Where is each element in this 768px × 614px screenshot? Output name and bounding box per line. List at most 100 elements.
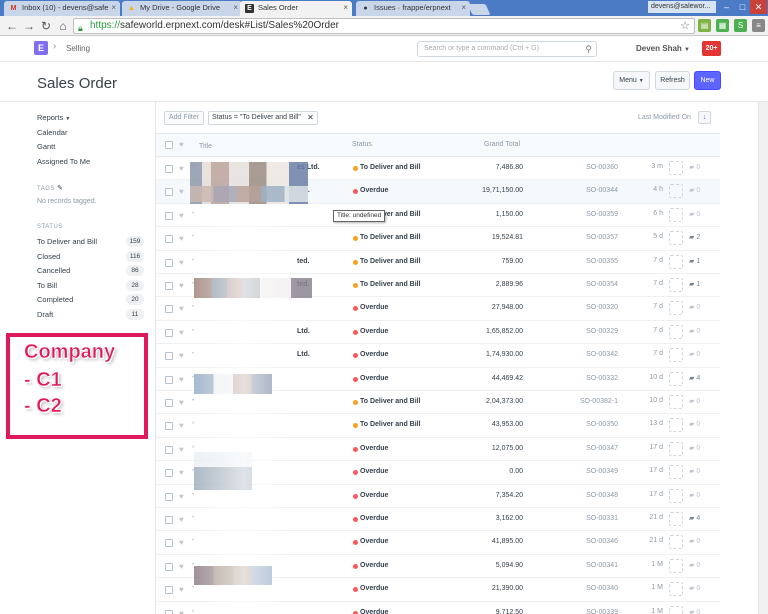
browser-tab[interactable]: M Inbox (10) - devens@safe × bbox=[4, 1, 120, 16]
like-heart-icon[interactable]: ♥ bbox=[179, 304, 184, 313]
sidebar-status-item[interactable]: Draft 11 bbox=[37, 308, 144, 321]
row-checkbox[interactable] bbox=[165, 305, 173, 314]
assign-avatar-placeholder[interactable] bbox=[669, 348, 683, 363]
row-checkbox[interactable] bbox=[165, 352, 173, 361]
like-heart-icon[interactable]: ♥ bbox=[179, 562, 184, 571]
row-checkbox[interactable] bbox=[165, 211, 173, 220]
extension-icon[interactable]: ▤ bbox=[698, 19, 711, 32]
row-checkbox[interactable] bbox=[165, 422, 173, 431]
minimize-icon[interactable]: – bbox=[718, 0, 735, 14]
like-heart-icon[interactable]: ♥ bbox=[179, 351, 184, 360]
refresh-button[interactable]: Refresh bbox=[655, 71, 690, 90]
assign-avatar-placeholder[interactable] bbox=[669, 512, 683, 526]
like-heart-icon[interactable]: ♥ bbox=[179, 421, 184, 430]
like-heart-icon[interactable]: ♥ bbox=[179, 515, 184, 524]
row-checkbox[interactable] bbox=[165, 165, 173, 173]
assign-avatar-placeholder[interactable] bbox=[669, 418, 683, 433]
status-filter-pill[interactable]: Status = "To Deliver and Bill" ✕ bbox=[208, 111, 318, 125]
sidebar-status-item[interactable]: To Bill 28 bbox=[37, 279, 144, 292]
assign-avatar-placeholder[interactable] bbox=[669, 371, 683, 386]
like-heart-icon[interactable]: ♥ bbox=[179, 398, 184, 407]
assign-avatar-placeholder[interactable] bbox=[669, 161, 683, 175]
row-document-name[interactable]: SO-00354 bbox=[586, 281, 618, 288]
assign-avatar-placeholder[interactable] bbox=[669, 184, 683, 199]
assign-avatar-placeholder[interactable] bbox=[669, 582, 683, 597]
assign-avatar-placeholder[interactable] bbox=[669, 535, 683, 550]
row-document-name[interactable]: SO-00360 bbox=[586, 164, 618, 171]
row-document-name[interactable]: SO-00342 bbox=[586, 351, 618, 358]
assign-avatar-placeholder[interactable] bbox=[669, 301, 683, 316]
row-document-name[interactable]: SO-00340 bbox=[586, 585, 618, 592]
row-checkbox[interactable] bbox=[165, 469, 173, 478]
chrome-menu-icon[interactable]: ≡ bbox=[752, 19, 765, 32]
assign-avatar-placeholder[interactable] bbox=[669, 441, 683, 456]
row-document-name[interactable]: SO-00344 bbox=[586, 187, 618, 194]
sidebar-reports[interactable]: Reports ▼ bbox=[37, 113, 70, 122]
like-heart-icon[interactable]: ♥ bbox=[179, 538, 184, 547]
row-document-name[interactable]: SO-00349 bbox=[586, 468, 618, 475]
sidebar-status-item[interactable]: To Deliver and Bill 159 bbox=[37, 236, 144, 248]
browser-tab[interactable]: ● Issues · frappe/erpnext × bbox=[356, 1, 470, 16]
assign-avatar-placeholder[interactable] bbox=[669, 488, 683, 503]
row-document-name[interactable]: SO-00329 bbox=[586, 328, 618, 335]
row-checkbox[interactable] bbox=[165, 375, 173, 384]
like-heart-icon[interactable]: ♥ bbox=[179, 445, 184, 454]
remove-filter-icon[interactable]: ✕ bbox=[307, 112, 314, 124]
assign-avatar-placeholder[interactable] bbox=[669, 395, 683, 409]
browser-tab[interactable]: E Sales Order × bbox=[240, 1, 352, 16]
skype-icon[interactable]: S bbox=[734, 19, 747, 32]
assign-avatar-placeholder[interactable] bbox=[669, 278, 683, 292]
bookmark-star-icon[interactable]: ☆ bbox=[680, 19, 690, 33]
row-document-name[interactable]: SO-00347 bbox=[586, 445, 618, 452]
row-checkbox[interactable] bbox=[165, 516, 173, 524]
row-title[interactable]: Ltd. bbox=[297, 351, 310, 358]
row-document-name[interactable]: SO-00359 bbox=[586, 211, 618, 218]
row-document-name[interactable]: SO-00348 bbox=[586, 492, 618, 499]
close-window-icon[interactable]: ✕ bbox=[750, 0, 767, 14]
new-button[interactable]: New bbox=[694, 71, 721, 90]
like-heart-icon[interactable]: ♥ bbox=[179, 468, 184, 477]
row-document-name[interactable]: SO-00341 bbox=[586, 562, 618, 569]
row-checkbox[interactable] bbox=[165, 539, 173, 548]
close-tab-icon[interactable]: × bbox=[461, 1, 466, 15]
like-heart-icon[interactable]: ♥ bbox=[179, 375, 184, 384]
notifications-badge[interactable]: 20+ bbox=[702, 41, 721, 56]
row-document-name[interactable]: SO-00331 bbox=[586, 515, 618, 522]
sort-selector[interactable]: Last Modified On bbox=[638, 114, 691, 121]
select-all-checkbox[interactable] bbox=[165, 141, 173, 149]
breadcrumb[interactable]: Selling bbox=[66, 44, 90, 53]
row-document-name[interactable]: SO-00320 bbox=[586, 304, 618, 311]
assign-avatar-placeholder[interactable] bbox=[669, 207, 683, 222]
erpnext-logo[interactable]: E bbox=[34, 41, 48, 55]
like-heart-icon[interactable]: ♥ bbox=[179, 187, 184, 196]
maximize-icon[interactable]: □ bbox=[734, 0, 751, 14]
sidebar-status-item[interactable]: Cancelled 86 bbox=[37, 265, 144, 277]
like-heart-icon[interactable]: ♥ bbox=[179, 234, 184, 243]
like-heart-icon[interactable]: ♥ bbox=[179, 140, 184, 149]
row-document-name[interactable]: SO-00357 bbox=[586, 234, 618, 241]
forward-icon[interactable]: → bbox=[21, 18, 37, 34]
like-heart-icon[interactable]: ♥ bbox=[179, 609, 184, 614]
home-icon[interactable]: ⌂ bbox=[55, 18, 71, 34]
back-icon[interactable]: ← bbox=[4, 18, 20, 34]
sidebar-status-item[interactable]: Closed 116 bbox=[37, 250, 144, 263]
sidebar-status-item[interactable]: Completed 20 bbox=[37, 294, 144, 306]
sidebar-gantt[interactable]: Gantt bbox=[37, 142, 55, 151]
row-title[interactable]: Ltd. bbox=[297, 328, 310, 335]
sidebar-calendar[interactable]: Calendar bbox=[37, 128, 67, 137]
assign-avatar-placeholder[interactable] bbox=[669, 465, 683, 480]
sort-order-icon[interactable]: ↓ bbox=[698, 111, 711, 124]
browser-tab[interactable]: ▲ My Drive - Google Drive × bbox=[122, 1, 242, 16]
new-tab-button[interactable] bbox=[467, 4, 491, 15]
row-document-name[interactable]: SO-00355 bbox=[586, 258, 618, 265]
row-document-name[interactable]: SO-00382-1 bbox=[580, 398, 618, 405]
row-checkbox[interactable] bbox=[165, 235, 173, 244]
assign-avatar-placeholder[interactable] bbox=[669, 605, 683, 614]
like-heart-icon[interactable]: ♥ bbox=[179, 328, 184, 337]
extension-icon[interactable]: ▦ bbox=[716, 19, 729, 32]
row-document-name[interactable]: SO-00350 bbox=[586, 421, 618, 428]
like-heart-icon[interactable]: ♥ bbox=[179, 281, 184, 290]
assign-avatar-placeholder[interactable] bbox=[669, 324, 683, 339]
pencil-icon[interactable]: ✎ bbox=[57, 185, 63, 192]
row-checkbox[interactable] bbox=[165, 399, 173, 407]
